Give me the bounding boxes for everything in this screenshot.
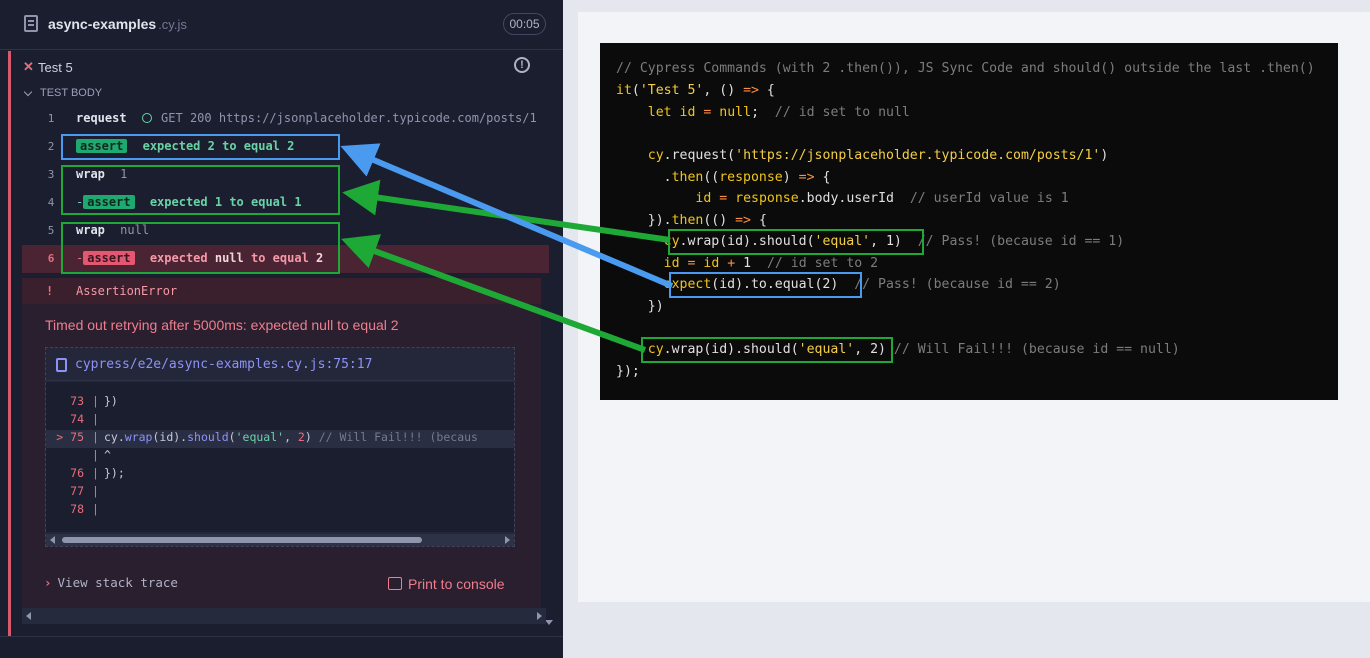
terminal-icon — [388, 577, 402, 590]
scrollbar-thumb[interactable] — [62, 537, 422, 543]
divider — [0, 636, 563, 637]
highlight-box-wrap-should-1 — [668, 229, 924, 255]
code-line-current: > 75 | cy.wrap(id).should('equal', 2) // … — [46, 430, 514, 448]
duration-badge: 00:05 — [503, 13, 546, 35]
code-line: let id = null; // id set to null — [647, 105, 910, 120]
pending-circle-icon — [141, 113, 152, 123]
code-line: // Cypress Commands (with 2 .then()), JS… — [616, 61, 1315, 76]
error-header: ! AssertionError — [22, 278, 549, 304]
error-message: Timed out retrying after 5000ms: expecte… — [45, 317, 399, 333]
file-icon — [56, 358, 67, 372]
document-icon — [24, 15, 38, 32]
spec-file-name[interactable]: async-examples .cy.js — [48, 16, 187, 32]
highlight-box-wrap-assert-null — [61, 222, 340, 274]
view-stack-trace-link[interactable]: › View stack trace — [44, 575, 178, 590]
code-line: id = response.body.userId // userId valu… — [695, 191, 1069, 206]
scroll-right-icon[interactable] — [505, 536, 510, 544]
vertical-scrollbar[interactable] — [541, 278, 555, 625]
scroll-right-icon[interactable] — [537, 612, 542, 620]
code-line: }) — [616, 299, 664, 314]
code-line: id = id + 1 // id set to 2 — [663, 256, 879, 271]
code-line: 73 | }) — [70, 394, 118, 408]
code-line: 76 |}); — [70, 466, 125, 480]
scroll-left-icon[interactable] — [50, 536, 55, 544]
command-row-request[interactable]: 1 request GET 200 https://jsonplaceholde… — [22, 105, 549, 133]
error-icon: ! — [46, 284, 54, 298]
code-line: 78 | — [70, 502, 99, 516]
code-line: }).then(() => { — [616, 213, 767, 228]
error-info-icon[interactable]: ! — [514, 57, 530, 73]
code-frame-file-link[interactable]: cypress/e2e/async-examples.cy.js:75:17 — [75, 357, 372, 372]
code-line: cy.request('https://jsonplaceholder.typi… — [647, 148, 1109, 163]
highlight-box-wrap-assert-1 — [61, 165, 340, 215]
cypress-reporter: async-examples .cy.js 00:05 ✕ Test 5 ! TE… — [0, 0, 563, 658]
chevron-right-icon: › — [44, 575, 52, 590]
code-line: 77 | — [70, 484, 99, 498]
print-to-console-button[interactable]: Print to console — [388, 576, 505, 592]
reporter-horizontal-scrollbar[interactable] — [22, 608, 546, 624]
highlight-box-assert-2 — [61, 134, 340, 160]
scroll-down-icon[interactable] — [545, 620, 553, 625]
code-line: 74 | — [70, 412, 99, 426]
code-line: it('Test 5', () => { — [616, 83, 775, 98]
highlight-box-wrap-should-2 — [641, 337, 893, 363]
test-body-label[interactable]: TEST BODY — [25, 87, 102, 99]
code-line: | ^ — [92, 448, 111, 462]
code-line: .then((response) => { — [616, 170, 831, 185]
test-title-row[interactable]: ✕ Test 5 ! — [11, 51, 549, 81]
command-detail: GET 200 https://jsonplaceholder.typicode… — [161, 111, 537, 125]
test-title: Test 5 — [38, 60, 73, 75]
highlight-box-expect — [669, 272, 862, 298]
error-title: AssertionError — [76, 284, 178, 298]
code-frame: cypress/e2e/async-examples.cy.js:75:17 7… — [45, 347, 515, 547]
failed-x-icon: ✕ — [23, 59, 34, 74]
code-frame-horizontal-scrollbar[interactable] — [46, 534, 514, 546]
spec-header: async-examples .cy.js 00:05 — [0, 0, 563, 50]
command-name: request — [76, 111, 127, 125]
code-line: }); — [616, 364, 640, 379]
scroll-left-icon[interactable] — [26, 612, 31, 620]
code-frame-body: 73 | }) 74 | > 75 | cy.wrap(id).should('equ… — [46, 382, 514, 532]
code-frame-header: cypress/e2e/async-examples.cy.js:75:17 — [46, 348, 514, 381]
error-panel: ! AssertionError Timed out retrying afte… — [22, 278, 549, 623]
spec-file-extension: .cy.js — [158, 17, 187, 32]
